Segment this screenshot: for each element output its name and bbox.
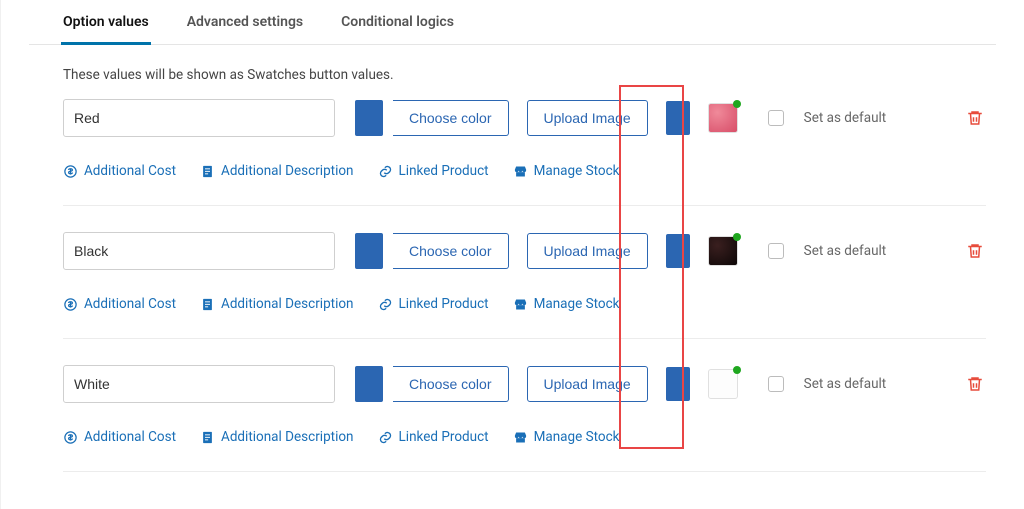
linked-product-link[interactable]: Linked Product xyxy=(378,163,489,179)
store-icon xyxy=(513,430,528,445)
dollar-icon xyxy=(63,297,78,312)
option-row: Choose color Upload Image Set as default xyxy=(63,365,986,472)
color-swatch[interactable] xyxy=(355,233,383,269)
secondary-swatch[interactable] xyxy=(666,367,690,401)
thumbnail-preview xyxy=(708,103,738,133)
link-label: Linked Product xyxy=(399,163,489,179)
linked-product-link[interactable]: Linked Product xyxy=(378,429,489,445)
trash-icon xyxy=(966,242,984,260)
status-dot-icon xyxy=(733,233,741,241)
secondary-swatch[interactable] xyxy=(666,101,690,135)
set-default-checkbox[interactable] xyxy=(768,243,784,259)
set-default-label: Set as default xyxy=(804,110,887,126)
link-label: Additional Description xyxy=(221,296,354,312)
thumbnail-preview xyxy=(708,369,738,399)
option-sub-links: Additional Cost Additional Description L… xyxy=(63,429,986,445)
upload-image-button[interactable]: Upload Image xyxy=(527,366,648,402)
thumbnail-preview xyxy=(708,236,738,266)
option-value-input[interactable] xyxy=(63,232,335,270)
tabs: Option values Advanced settings Conditio… xyxy=(29,0,996,45)
link-label: Additional Description xyxy=(221,163,354,179)
image-thumbnail[interactable] xyxy=(708,236,738,266)
additional-cost-link[interactable]: Additional Cost xyxy=(63,163,176,179)
trash-icon xyxy=(966,375,984,393)
additional-cost-link[interactable]: Additional Cost xyxy=(63,429,176,445)
dollar-icon xyxy=(63,164,78,179)
option-sub-links: Additional Cost Additional Description L… xyxy=(63,163,986,179)
choose-color-button[interactable]: Choose color xyxy=(393,366,509,402)
image-thumbnail[interactable] xyxy=(708,103,738,133)
link-label: Additional Description xyxy=(221,429,354,445)
option-row-main: Choose color Upload Image Set as default xyxy=(63,99,986,137)
link-icon xyxy=(378,297,393,312)
option-sub-links: Additional Cost Additional Description L… xyxy=(63,296,986,312)
additional-description-link[interactable]: Additional Description xyxy=(200,429,354,445)
manage-stock-link[interactable]: Manage Stock xyxy=(513,296,620,312)
choose-color-button[interactable]: Choose color xyxy=(393,100,509,136)
store-icon xyxy=(513,164,528,179)
option-row-main: Choose color Upload Image Set as default xyxy=(63,365,986,403)
status-dot-icon xyxy=(733,366,741,374)
link-label: Linked Product xyxy=(399,296,489,312)
upload-image-button[interactable]: Upload Image xyxy=(527,100,648,136)
delete-row-button[interactable] xyxy=(966,242,984,260)
linked-product-link[interactable]: Linked Product xyxy=(378,296,489,312)
option-rows: Choose color Upload Image Set as default xyxy=(29,99,996,472)
color-swatch[interactable] xyxy=(355,100,383,136)
option-row: Choose color Upload Image Set as default xyxy=(63,232,986,339)
dollar-icon xyxy=(63,430,78,445)
link-label: Linked Product xyxy=(399,429,489,445)
option-row-main: Choose color Upload Image Set as default xyxy=(63,232,986,270)
additional-description-link[interactable]: Additional Description xyxy=(200,296,354,312)
additional-cost-link[interactable]: Additional Cost xyxy=(63,296,176,312)
link-label: Manage Stock xyxy=(534,429,620,445)
tab-advanced-settings[interactable]: Advanced settings xyxy=(187,0,303,44)
image-thumbnail[interactable] xyxy=(708,369,738,399)
option-value-input[interactable] xyxy=(63,365,335,403)
store-icon xyxy=(513,297,528,312)
tab-conditional-logics[interactable]: Conditional logics xyxy=(341,0,454,44)
document-icon xyxy=(200,297,215,312)
option-row: Choose color Upload Image Set as default xyxy=(63,99,986,206)
additional-description-link[interactable]: Additional Description xyxy=(200,163,354,179)
link-label: Manage Stock xyxy=(534,163,620,179)
delete-row-button[interactable] xyxy=(966,109,984,127)
document-icon xyxy=(200,164,215,179)
status-dot-icon xyxy=(733,100,741,108)
link-label: Additional Cost xyxy=(84,296,176,312)
secondary-swatch[interactable] xyxy=(666,234,690,268)
set-default-checkbox[interactable] xyxy=(768,376,784,392)
link-icon xyxy=(378,430,393,445)
link-label: Manage Stock xyxy=(534,296,620,312)
option-value-input[interactable] xyxy=(63,99,335,137)
option-values-panel: Option values Advanced settings Conditio… xyxy=(0,0,1024,509)
tab-option-values[interactable]: Option values xyxy=(63,0,149,44)
link-label: Additional Cost xyxy=(84,163,176,179)
trash-icon xyxy=(966,109,984,127)
intro-text: These values will be shown as Swatches b… xyxy=(29,45,996,99)
link-icon xyxy=(378,164,393,179)
set-default-checkbox[interactable] xyxy=(768,110,784,126)
set-default-label: Set as default xyxy=(804,376,887,392)
set-default-label: Set as default xyxy=(804,243,887,259)
color-swatch[interactable] xyxy=(355,366,383,402)
delete-row-button[interactable] xyxy=(966,375,984,393)
upload-image-button[interactable]: Upload Image xyxy=(527,233,648,269)
choose-color-button[interactable]: Choose color xyxy=(393,233,509,269)
manage-stock-link[interactable]: Manage Stock xyxy=(513,163,620,179)
manage-stock-link[interactable]: Manage Stock xyxy=(513,429,620,445)
document-icon xyxy=(200,430,215,445)
link-label: Additional Cost xyxy=(84,429,176,445)
